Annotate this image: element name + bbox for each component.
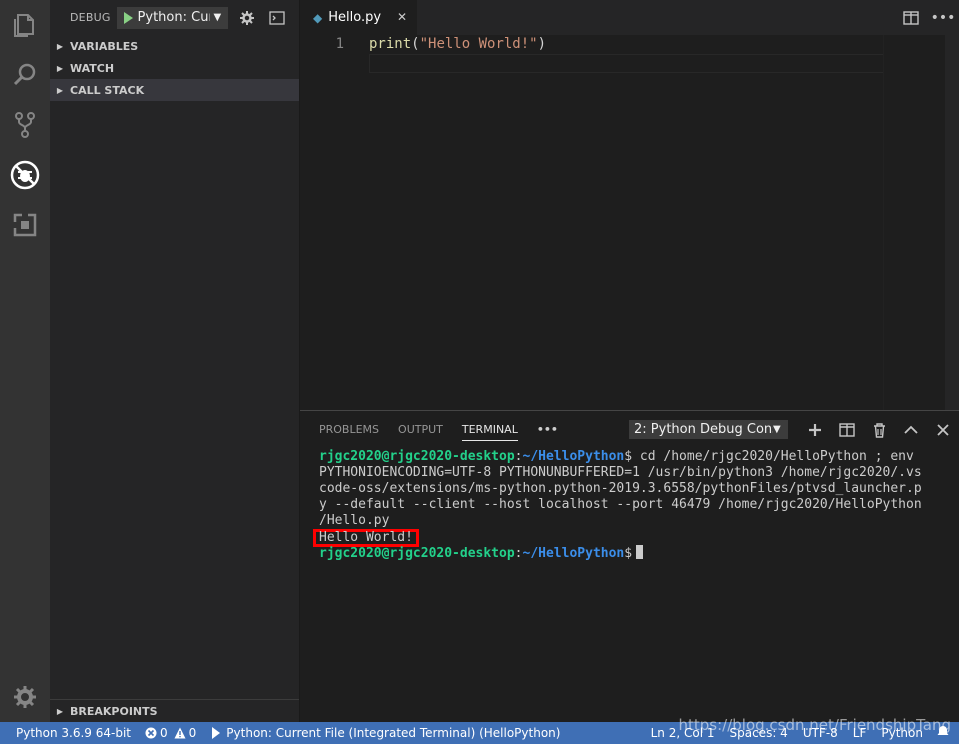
code-paren-open: (: [411, 36, 420, 52]
section-call-stack[interactable]: ▶ CALL STACK: [50, 79, 299, 101]
debug-settings-gear-icon[interactable]: [236, 7, 258, 29]
terminal-line: /Hello.py: [319, 513, 390, 528]
section-variables[interactable]: ▶ VARIABLES: [50, 35, 299, 57]
close-icon[interactable]: ✕: [397, 10, 407, 24]
chevron-right-icon: ▶: [56, 41, 64, 51]
terminal-line: Hello World!: [313, 529, 944, 547]
section-label: BREAKPOINTS: [70, 704, 158, 718]
maximize-panel-chevron-up-icon[interactable]: [895, 418, 927, 442]
tab-problems[interactable]: PROBLEMS: [319, 411, 379, 447]
terminal-select[interactable]: 2: Python Debug Consc ▼: [629, 420, 788, 439]
terminal-line: PYTHONIOENCODING=UTF-8 PYTHONUNBUFFERED=…: [319, 465, 922, 480]
terminal-line: code-oss/extensions/ms-python.python-201…: [319, 481, 922, 496]
code-string: "Hello World!": [419, 36, 538, 52]
warning-icon: [174, 727, 186, 739]
terminal-line: y --default --client --host localhost --…: [319, 497, 922, 512]
python-file-icon: ◆: [313, 10, 323, 25]
more-panel-tabs-icon[interactable]: •••: [537, 411, 558, 447]
problems-status[interactable]: 0 0: [145, 726, 196, 740]
close-panel-icon[interactable]: [927, 418, 959, 442]
debug-console-icon[interactable]: [266, 7, 288, 29]
watermark: https://blog.csdn.net/FriendshipTang: [678, 716, 952, 734]
new-terminal-icon[interactable]: [799, 418, 831, 442]
sidebar-header: DEBUG Python: Cur ▼: [50, 0, 299, 35]
chevron-right-icon: ▶: [56, 706, 64, 716]
chevron-right-icon: ▶: [56, 63, 64, 73]
kill-terminal-trash-icon[interactable]: [863, 418, 895, 442]
sidebar-title: DEBUG: [70, 11, 111, 24]
python-interpreter[interactable]: Python 3.6.9 64-bit: [16, 726, 131, 740]
chevron-right-icon: ▶: [56, 85, 64, 95]
error-icon: [145, 727, 157, 739]
panel-actions: [799, 418, 959, 442]
prompt-symbol: $: [624, 546, 633, 561]
tab-label: Hello.py: [328, 10, 382, 25]
terminal-line: rjgc2020@rjgc2020-desktop:~/HelloPython$…: [319, 449, 914, 464]
terminal-prompt-line: rjgc2020@rjgc2020-desktop:~/HelloPython$: [319, 545, 944, 561]
play-icon: [212, 727, 221, 739]
start-debugging-icon[interactable]: [123, 11, 133, 24]
split-terminal-icon[interactable]: [831, 418, 863, 442]
debug-config-status-label: Python: Current File (Integrated Termina…: [226, 726, 561, 740]
line-numbers: 1: [300, 35, 360, 54]
tab-hello-py[interactable]: ◆ Hello.py ✕: [300, 0, 417, 35]
debug-sidebar: DEBUG Python: Cur ▼ ▶ VARIABLES ▶ WATCH …: [50, 0, 300, 722]
chevron-down-icon: ▼: [773, 424, 781, 435]
section-label: WATCH: [70, 61, 115, 75]
error-count: 0: [160, 726, 168, 740]
terminal-select-label: 2: Python Debug Consc: [634, 422, 773, 437]
code-paren-close: ): [537, 36, 547, 52]
activity-bar: [0, 0, 50, 722]
prompt-path: ~/HelloPython: [522, 449, 625, 464]
debug-config-select[interactable]: Python: Cur ▼: [116, 6, 228, 29]
line-number: 1: [335, 36, 344, 52]
editor-scrollbar[interactable]: [945, 35, 959, 410]
section-watch[interactable]: ▶ WATCH: [50, 57, 299, 79]
code-line[interactable]: print("Hello World!"): [369, 35, 546, 54]
search-icon[interactable]: [0, 53, 50, 97]
bottom-panel: PROBLEMS OUTPUT TERMINAL ••• 2: Python D…: [300, 410, 959, 723]
editor-tabs: ◆ Hello.py ✕ •••: [300, 0, 959, 35]
warning-count: 0: [188, 726, 197, 740]
chevron-down-icon: ▼: [213, 12, 222, 23]
debug-config-status[interactable]: Python: Current File (Integrated Termina…: [212, 726, 560, 740]
source-control-icon[interactable]: [0, 103, 50, 147]
code-function: print: [369, 36, 412, 52]
editor-actions: •••: [895, 0, 959, 35]
code-editor[interactable]: 1 print("Hello World!"): [300, 35, 959, 410]
section-label: VARIABLES: [70, 39, 139, 53]
more-actions-icon[interactable]: •••: [927, 0, 959, 35]
tab-output[interactable]: OUTPUT: [398, 411, 443, 447]
section-label: CALL STACK: [70, 83, 145, 97]
gear-icon[interactable]: [0, 675, 50, 719]
prompt-user: rjgc2020@rjgc2020-desktop: [319, 449, 515, 464]
section-breakpoints[interactable]: ▶ BREAKPOINTS: [50, 699, 299, 722]
explorer-icon[interactable]: [0, 3, 50, 47]
tab-terminal[interactable]: TERMINAL: [461, 411, 518, 447]
debug-icon[interactable]: [0, 153, 50, 197]
command-text: $ cd /home/rjgc2020/HelloPython ; env: [624, 449, 914, 464]
prompt-user: rjgc2020@rjgc2020-desktop: [319, 546, 515, 561]
debug-config-label: Python: Cur: [137, 10, 210, 25]
prompt-path: ~/HelloPython: [522, 546, 625, 561]
terminal-cursor: [636, 545, 644, 559]
minimap[interactable]: [883, 35, 944, 410]
terminal-output[interactable]: rjgc2020@rjgc2020-desktop:~/HelloPython$…: [313, 449, 944, 561]
extensions-icon[interactable]: [0, 203, 50, 247]
split-editor-icon[interactable]: [895, 0, 927, 35]
current-line-highlight: [369, 54, 886, 73]
